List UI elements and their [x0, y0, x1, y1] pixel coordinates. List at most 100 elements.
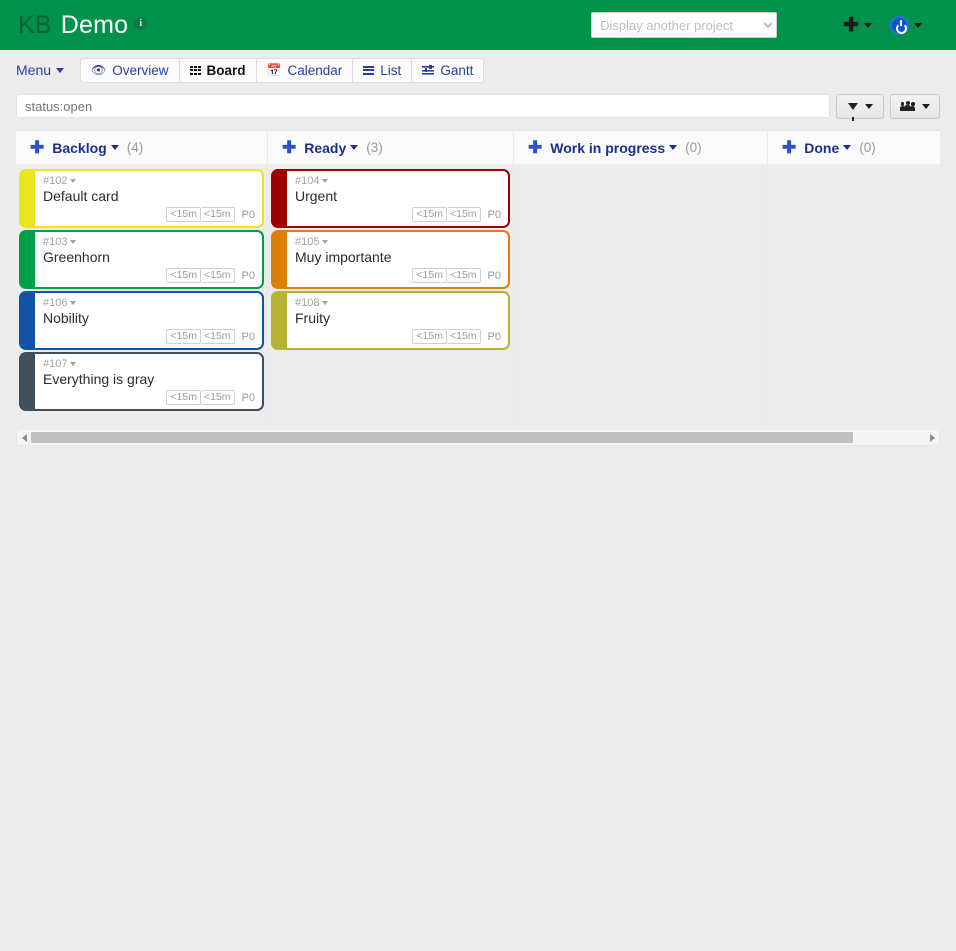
chevron-down-icon[interactable]: [350, 145, 359, 150]
column-task-list[interactable]: #102 Default card <15m <15m P0 #103 Greenhorn <…: [16, 165, 267, 430]
scroll-left-icon[interactable]: [17, 431, 31, 445]
task-color-stripe: [273, 171, 287, 226]
task-id-row[interactable]: #105: [295, 236, 501, 248]
task-title: Muy importante: [295, 249, 392, 265]
task-time-estimate: <15m: [166, 207, 201, 222]
task-title: Nobility: [43, 310, 89, 326]
tab-list[interactable]: List: [353, 58, 413, 82]
task-id-row[interactable]: #103: [43, 236, 255, 248]
chevron-down-icon: [922, 103, 930, 109]
task-card[interactable]: #102 Default card <15m <15m P0: [21, 171, 262, 226]
column-task-list[interactable]: #104 Urgent <15m <15m P0 #105 Muy importante <1…: [268, 165, 513, 430]
scrollbar-track[interactable]: [31, 432, 925, 443]
chevron-down-icon[interactable]: [322, 240, 329, 244]
task-card[interactable]: #103 Greenhorn <15m <15m P0: [21, 232, 262, 287]
column-task-list[interactable]: [514, 165, 767, 430]
task-priority: P0: [487, 208, 501, 221]
task-id: #107: [43, 358, 68, 370]
chevron-down-icon: [864, 22, 872, 28]
column-task-list[interactable]: [768, 165, 940, 430]
task-id: #106: [43, 297, 68, 309]
app-header: KB Demo i Display another project ✚: [0, 0, 956, 50]
task-id: #103: [43, 236, 68, 248]
tab-list-label: List: [380, 62, 402, 78]
tab-board[interactable]: Board: [180, 58, 257, 82]
task-card[interactable]: #108 Fruity <15m <15m P0: [273, 293, 508, 348]
task-time-spent: <15m: [446, 268, 481, 283]
user-filter-dropdown-button[interactable]: [890, 93, 940, 119]
filter-dropdown-button[interactable]: [836, 93, 884, 121]
task-color-stripe: [21, 171, 35, 226]
user-menu-button[interactable]: [890, 15, 922, 35]
task-color-stripe: [21, 354, 35, 409]
task-footer: <15m <15m P0: [295, 207, 501, 222]
task-id-row[interactable]: #102: [43, 175, 255, 187]
task-card[interactable]: #105 Muy importante <15m <15m P0: [273, 232, 508, 287]
task-color-stripe: [21, 232, 35, 287]
column-task-count: (0): [685, 140, 702, 155]
task-time-estimate: <15m: [412, 268, 447, 283]
task-color-stripe: [273, 293, 287, 348]
task-card[interactable]: #106 Nobility <15m <15m P0: [21, 293, 262, 348]
scrollbar-thumb[interactable]: [31, 432, 854, 443]
board-horizontal-scrollbar[interactable]: [16, 430, 940, 446]
chevron-down-icon[interactable]: [669, 145, 678, 150]
task-time-estimate: <15m: [412, 329, 447, 344]
chevron-down-icon[interactable]: [843, 145, 852, 150]
board-column: ✚ Work in progress (0): [514, 131, 768, 430]
board-column: ✚ Done (0): [768, 131, 940, 430]
task-time-estimate: <15m: [166, 390, 201, 405]
app-logo[interactable]: KB Demo: [18, 11, 128, 40]
info-icon[interactable]: i: [134, 16, 148, 30]
logo-kb-text: KB: [18, 10, 52, 39]
task-footer: <15m <15m P0: [295, 329, 501, 344]
gantt-icon: [422, 64, 435, 75]
task-title: Greenhorn: [43, 249, 110, 265]
project-switch-select[interactable]: Display another project: [591, 12, 778, 38]
column-title[interactable]: Done: [804, 140, 839, 156]
menu-dropdown-button[interactable]: Menu: [16, 62, 65, 78]
task-id-row[interactable]: #107: [43, 358, 255, 370]
task-priority: P0: [241, 208, 255, 221]
task-title: Urgent: [295, 188, 338, 204]
tab-overview-label: Overview: [112, 62, 169, 78]
kanban-board: ✚ Backlog (4) #102 Default card <15m <15m P0 #10…: [16, 130, 940, 430]
chevron-down-icon[interactable]: [322, 301, 329, 305]
task-card[interactable]: #104 Urgent <15m <15m P0: [273, 171, 508, 226]
task-time-spent: <15m: [200, 207, 235, 222]
add-task-button[interactable]: ✚: [782, 139, 796, 156]
column-header: ✚ Work in progress (0): [514, 131, 767, 165]
chevron-down-icon[interactable]: [322, 179, 329, 183]
chevron-down-icon[interactable]: [70, 362, 77, 366]
task-id-row[interactable]: #104: [295, 175, 501, 187]
tab-gantt[interactable]: Gantt: [412, 59, 483, 82]
chevron-down-icon[interactable]: [110, 145, 119, 150]
search-row: [0, 90, 956, 122]
page-title: Demo: [60, 10, 129, 39]
column-title[interactable]: Work in progress: [550, 140, 665, 156]
search-input[interactable]: [16, 94, 830, 118]
task-id-row[interactable]: #108: [295, 297, 501, 309]
add-task-button[interactable]: ✚: [30, 139, 44, 156]
scroll-right-icon[interactable]: [925, 431, 939, 445]
tab-calendar[interactable]: 📅 Calendar: [257, 58, 354, 82]
task-footer: <15m <15m P0: [43, 207, 255, 222]
task-priority: P0: [241, 330, 255, 343]
task-id: #104: [295, 175, 320, 187]
chevron-down-icon[interactable]: [70, 240, 77, 244]
column-task-count: (4): [126, 140, 144, 155]
add-task-button[interactable]: ✚: [282, 139, 296, 156]
task-time-spent: <15m: [446, 329, 481, 344]
board-column: ✚ Backlog (4) #102 Default card <15m <15m P0 #10…: [16, 131, 268, 430]
tab-overview[interactable]: 👁 Overview: [81, 58, 180, 82]
add-menu-button[interactable]: ✚: [843, 16, 872, 35]
task-title: Fruity: [295, 310, 330, 326]
chevron-down-icon[interactable]: [70, 301, 77, 305]
tab-calendar-label: Calendar: [287, 62, 343, 78]
column-title[interactable]: Ready: [304, 140, 346, 156]
add-task-button[interactable]: ✚: [528, 139, 542, 156]
column-title[interactable]: Backlog: [52, 140, 106, 156]
task-id-row[interactable]: #106: [43, 297, 255, 309]
chevron-down-icon[interactable]: [70, 179, 77, 183]
task-card[interactable]: #107 Everything is gray <15m <15m P0: [21, 354, 262, 409]
